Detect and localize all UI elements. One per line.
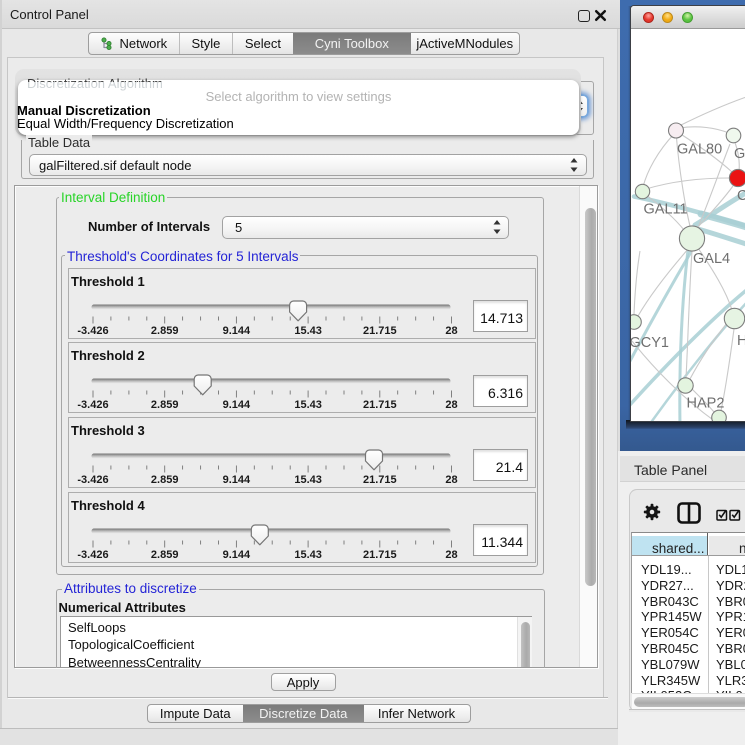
svg-text:28: 28 bbox=[445, 325, 457, 337]
svg-text:15.43: 15.43 bbox=[294, 474, 322, 486]
svg-text:9.144: 9.144 bbox=[223, 474, 251, 486]
svg-text:C: C bbox=[737, 188, 745, 204]
svg-text:-3.426: -3.426 bbox=[77, 399, 108, 411]
svg-text:GCY1: GCY1 bbox=[631, 335, 669, 351]
svg-text:HAP2: HAP2 bbox=[687, 396, 725, 412]
svg-text:9.144: 9.144 bbox=[223, 325, 251, 337]
svg-text:9.144: 9.144 bbox=[223, 549, 251, 561]
svg-text:-3.426: -3.426 bbox=[77, 325, 108, 337]
svg-text:21.715: 21.715 bbox=[363, 325, 397, 337]
svg-text:2.859: 2.859 bbox=[151, 325, 179, 337]
svg-text:15.43: 15.43 bbox=[294, 549, 322, 561]
svg-text:21.715: 21.715 bbox=[363, 399, 397, 411]
svg-text:2.859: 2.859 bbox=[151, 399, 179, 411]
svg-text:28: 28 bbox=[445, 399, 457, 411]
svg-text:H: H bbox=[737, 333, 745, 349]
svg-text:GAL80: GAL80 bbox=[677, 142, 722, 158]
svg-text:28: 28 bbox=[445, 474, 457, 486]
svg-text:15.43: 15.43 bbox=[294, 325, 322, 337]
svg-text:-3.426: -3.426 bbox=[77, 549, 108, 561]
svg-text:GAL: GAL bbox=[734, 146, 745, 162]
svg-text:9.144: 9.144 bbox=[223, 399, 251, 411]
svg-text:15.43: 15.43 bbox=[294, 399, 322, 411]
svg-text:2.859: 2.859 bbox=[151, 549, 179, 561]
svg-text:GAL11: GAL11 bbox=[644, 202, 688, 218]
svg-text:28: 28 bbox=[445, 549, 457, 561]
svg-text:-3.426: -3.426 bbox=[77, 474, 108, 486]
svg-text:GAL4: GAL4 bbox=[693, 251, 730, 267]
svg-text:2.859: 2.859 bbox=[151, 474, 179, 486]
svg-text:21.715: 21.715 bbox=[363, 549, 397, 561]
svg-text:21.715: 21.715 bbox=[363, 474, 397, 486]
